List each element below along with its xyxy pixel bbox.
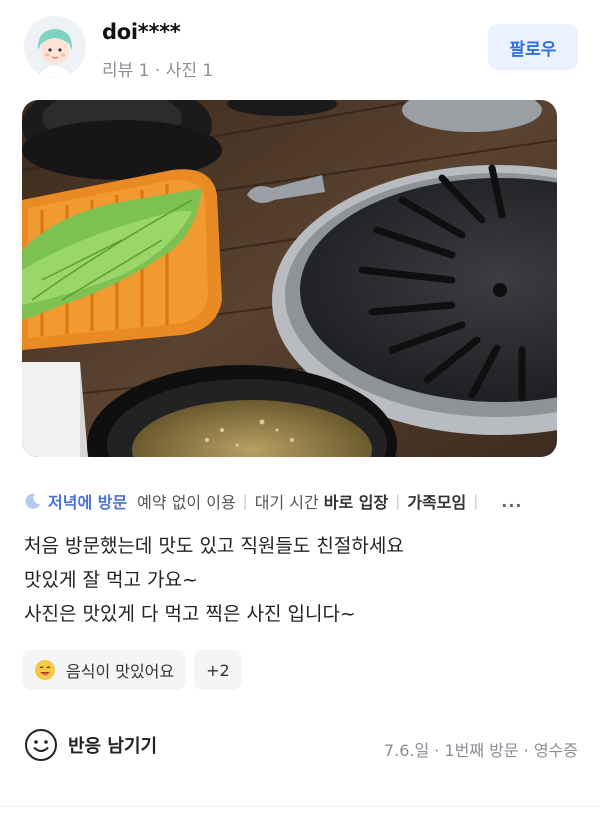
user-meta: 리뷰 1 · 사진 1: [102, 61, 214, 81]
divider: [0, 806, 600, 807]
review-photo[interactable]: [22, 100, 557, 457]
review-line: 사진은 맛있게 다 먹고 찍은 사진 입니다~: [24, 603, 356, 625]
visit-meta: 7.6.일 · 1번째 방문 · 영수증: [383, 741, 578, 760]
visit-tags: 저녁에 방문 예약 없이 이용 | 대기 시간 바로 입장 | 가족모임 | .…: [24, 487, 584, 515]
keyword-chips: 음식이 맛있어요 +2: [22, 650, 242, 690]
follow-button[interactable]: 팔로우: [488, 24, 578, 70]
user-name[interactable]: doi****: [102, 20, 181, 44]
avatar[interactable]: [24, 16, 86, 78]
keyword-chip[interactable]: 음식이 맛있어요: [22, 650, 187, 690]
smile-icon: [25, 729, 57, 761]
more-tags-button[interactable]: ...: [501, 492, 522, 511]
tag-divider: |: [242, 492, 248, 510]
review-text[interactable]: 처음 방문했는데 맛도 있고 직원들도 친절하세요 맛있게 잘 먹고 가요~ 사…: [24, 529, 578, 631]
more-keywords-chip[interactable]: +2: [194, 650, 242, 690]
visit-time-label: 저녁에 방문: [48, 493, 128, 512]
react-label: 반응 남기기: [68, 736, 158, 757]
keyword-label: 음식이 맛있어요: [66, 662, 175, 681]
react-button[interactable]: 반응 남기기: [24, 728, 157, 762]
visit-time-tag: 저녁에 방문: [24, 489, 127, 513]
moon-icon: [25, 493, 40, 509]
emoji-icon: [35, 660, 55, 680]
review-line: 처음 방문했는데 맛도 있고 직원들도 친절하세요: [24, 535, 404, 557]
review-footer: 반응 남기기 7.6.일 · 1번째 방문 · 영수증: [24, 728, 578, 768]
tag-divider: |: [395, 492, 401, 510]
tag-wait-time: 대기 시간 바로 입장: [254, 493, 389, 512]
review-line: 맛있게 잘 먹고 가요~: [24, 569, 198, 591]
tag-reservation: 예약 없이 이용: [137, 493, 236, 512]
review-header: doi**** 리뷰 1 · 사진 1 팔로우: [24, 16, 578, 81]
tag-purpose: 가족모임: [407, 493, 467, 512]
tag-divider: |: [473, 492, 479, 510]
